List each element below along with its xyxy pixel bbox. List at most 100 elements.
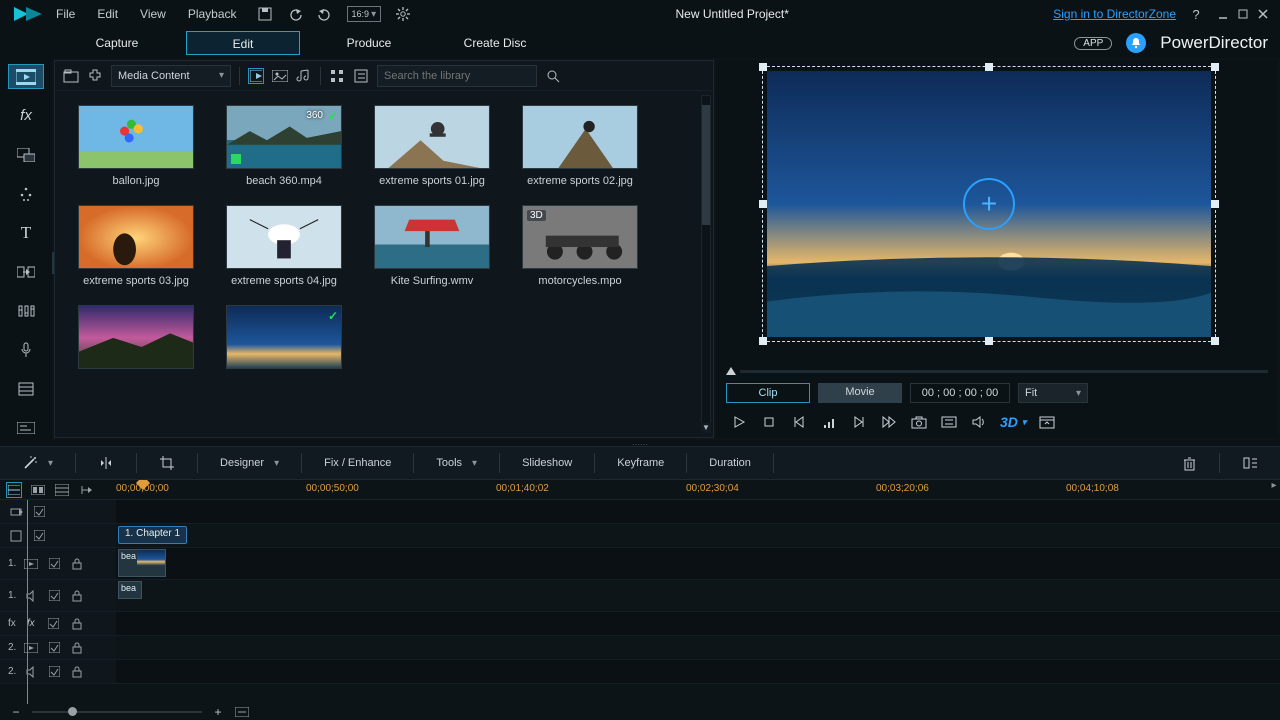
track-content[interactable]: bea xyxy=(116,580,1280,611)
track-visible-checkbox[interactable] xyxy=(31,504,47,520)
preview-window[interactable]: + xyxy=(716,60,1278,362)
track-visible-checkbox[interactable] xyxy=(46,556,62,572)
track-visible-checkbox[interactable] xyxy=(46,664,62,680)
timeline-ruler[interactable]: 00;00;00;0000;00;50;0000;01;40;0200;02;3… xyxy=(116,480,1268,499)
notification-bell-icon[interactable] xyxy=(1126,33,1146,53)
timeline-track[interactable]: 2. xyxy=(0,660,1280,684)
media-item[interactable]: extreme sports 03.jpg xyxy=(71,205,201,287)
play-icon[interactable] xyxy=(730,413,748,431)
subtitle-room-icon[interactable] xyxy=(8,415,44,440)
timeline-view-storyboard-icon[interactable] xyxy=(30,482,46,498)
preview-timecode[interactable]: 00 ; 00 ; 00 ; 00 xyxy=(910,383,1010,403)
filter-image-icon[interactable] xyxy=(272,68,288,84)
media-item[interactable]: ballon.jpg xyxy=(71,105,201,187)
view-grid-icon[interactable] xyxy=(329,68,345,84)
track-header[interactable]: fxfx xyxy=(0,612,116,635)
effects-room-icon[interactable]: fx xyxy=(8,103,44,128)
maximize-icon[interactable] xyxy=(1236,7,1250,21)
tab-capture[interactable]: Capture xyxy=(60,31,174,55)
track-visible-checkbox[interactable] xyxy=(46,616,62,632)
chapter-room-icon[interactable] xyxy=(8,376,44,401)
timeline-scroll-right-icon[interactable]: ▸ xyxy=(1268,480,1280,499)
timeline-view-track-icon[interactable] xyxy=(6,482,22,498)
timeline-track[interactable]: fxfx xyxy=(0,612,1280,636)
track-visible-checkbox[interactable] xyxy=(46,588,62,604)
preview-mode-clip[interactable]: Clip xyxy=(726,383,810,403)
chapter-marker[interactable]: 1. Chapter 1 xyxy=(118,526,187,544)
three-d-button[interactable]: 3D▾ xyxy=(1000,414,1026,430)
tab-produce[interactable]: Produce xyxy=(312,31,426,55)
playhead[interactable] xyxy=(27,500,28,704)
preview-frame[interactable]: + xyxy=(762,66,1216,342)
volume-icon[interactable] xyxy=(970,413,988,431)
menu-view[interactable]: View xyxy=(140,7,166,21)
prev-frame-icon[interactable] xyxy=(790,413,808,431)
crop-icon[interactable] xyxy=(159,455,175,471)
tab-create-disc[interactable]: Create Disc xyxy=(438,31,552,55)
media-item[interactable]: extreme sports 04.jpg xyxy=(219,205,349,287)
settings-gear-icon[interactable] xyxy=(395,6,411,22)
track-lock-icon[interactable] xyxy=(69,640,85,656)
particle-room-icon[interactable] xyxy=(8,181,44,206)
app-badge[interactable]: APP xyxy=(1074,37,1112,50)
fast-forward-icon[interactable] xyxy=(880,413,898,431)
track-content[interactable] xyxy=(116,500,1280,523)
zoom-out-icon[interactable]: − xyxy=(8,704,24,720)
menu-playback[interactable]: Playback xyxy=(188,7,237,21)
help-icon[interactable]: ? xyxy=(1188,6,1204,22)
library-menu-icon[interactable] xyxy=(353,68,369,84)
timeline-track[interactable]: 2. xyxy=(0,636,1280,660)
movie-mode-icon[interactable] xyxy=(78,482,94,498)
track-lock-icon[interactable] xyxy=(69,588,85,604)
preview-zoom-select[interactable]: Fit▾ xyxy=(1018,383,1088,403)
transition-room-icon[interactable] xyxy=(8,259,44,284)
track-header[interactable]: 2. xyxy=(0,636,116,659)
undock-preview-icon[interactable] xyxy=(1038,413,1056,431)
snapshot-icon[interactable] xyxy=(910,413,928,431)
track-lock-icon[interactable] xyxy=(69,664,85,680)
media-item[interactable]: ✓ xyxy=(219,305,349,375)
track-header[interactable] xyxy=(0,500,116,523)
audio-clip[interactable]: bea xyxy=(118,581,142,599)
media-item[interactable]: 3Dmotorcycles.mpo xyxy=(515,205,645,287)
signin-link[interactable]: Sign in to DirectorZone xyxy=(1053,7,1176,21)
track-lock-icon[interactable] xyxy=(69,616,85,632)
aspect-ratio-button[interactable]: 16:9▾ xyxy=(347,6,382,22)
import-media-icon[interactable] xyxy=(63,68,79,84)
fit-timeline-icon[interactable] xyxy=(234,704,250,720)
track-visible-checkbox[interactable] xyxy=(31,528,47,544)
timeline-track[interactable]: 1.bea xyxy=(0,548,1280,580)
filter-audio-icon[interactable] xyxy=(296,68,312,84)
library-search[interactable] xyxy=(377,65,537,87)
media-item[interactable]: extreme sports 02.jpg xyxy=(515,105,645,187)
duration-button[interactable]: Duration xyxy=(687,447,773,479)
zoom-in-icon[interactable]: + xyxy=(210,704,226,720)
preview-seek-slider[interactable] xyxy=(716,362,1278,380)
slideshow-button[interactable]: Slideshow xyxy=(500,447,594,479)
preview-quality-icon[interactable] xyxy=(820,413,838,431)
track-visible-checkbox[interactable] xyxy=(46,640,62,656)
media-item[interactable]: 360✓beach 360.mp4 xyxy=(219,105,349,187)
tab-edit[interactable]: Edit xyxy=(186,31,300,55)
menu-file[interactable]: File xyxy=(56,7,75,21)
zoom-slider[interactable] xyxy=(32,711,202,713)
timeline-track[interactable]: 1. Chapter 1 xyxy=(0,524,1280,548)
track-content[interactable]: 1. Chapter 1 xyxy=(116,524,1280,547)
media-item[interactable]: extreme sports 01.jpg xyxy=(367,105,497,187)
audio-mixing-room-icon[interactable] xyxy=(8,298,44,323)
track-manager-icon[interactable] xyxy=(54,482,70,498)
more-functions-icon[interactable] xyxy=(1242,455,1258,471)
track-header[interactable]: 1. xyxy=(0,580,116,611)
pip-room-icon[interactable] xyxy=(8,142,44,167)
designer-menu[interactable]: Designer▾ xyxy=(198,447,301,479)
preview-mode-movie[interactable]: Movie xyxy=(818,383,902,403)
video-clip[interactable]: bea xyxy=(118,549,166,577)
delete-icon[interactable] xyxy=(1181,455,1197,471)
search-input[interactable] xyxy=(384,70,530,82)
filter-all-icon[interactable] xyxy=(248,68,264,84)
track-content[interactable] xyxy=(116,612,1280,635)
voiceover-room-icon[interactable] xyxy=(8,337,44,362)
track-header[interactable]: 2. xyxy=(0,660,116,683)
track-lock-icon[interactable] xyxy=(69,556,85,572)
media-filter-select[interactable]: Media Content▾ xyxy=(111,65,231,87)
